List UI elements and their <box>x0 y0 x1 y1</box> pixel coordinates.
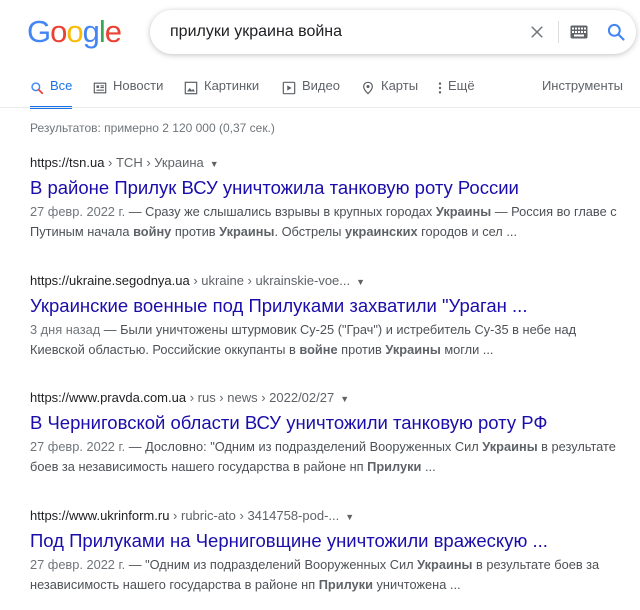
search-tabs: Все Новости Картинки Видео Карты Ещё Инс… <box>0 78 640 109</box>
tab-all[interactable]: Все <box>30 78 73 109</box>
search-result: https://www.ukrinform.ru › rubric-ato › … <box>30 507 630 595</box>
close-icon[interactable] <box>528 23 546 41</box>
search-icon <box>31 82 44 95</box>
result-date: 27 февр. 2022 г. <box>30 557 126 572</box>
tab-maps[interactable]: Карты <box>361 78 418 108</box>
result-stats: Результатов: примерно 2 120 000 (0,37 се… <box>30 121 275 135</box>
tab-label: Ещё <box>448 78 475 93</box>
result-site: https://www.pravda.com.ua <box>30 390 187 405</box>
result-title-link[interactable]: В районе Прилук ВСУ уничтожила танковую … <box>30 176 630 200</box>
keyboard-icon[interactable] <box>570 25 588 39</box>
logo-letter: e <box>104 14 122 49</box>
result-date: 27 февр. 2022 г. <box>30 439 126 454</box>
logo-letter: G <box>27 14 51 49</box>
result-site: https://www.ukrinform.ru <box>30 508 170 523</box>
chevron-down-icon[interactable]: ▼ <box>345 512 354 522</box>
result-breadcrumb: › rubric-ato › 3414758-pod-... <box>169 508 340 523</box>
result-breadcrumb: › ТСН › Украина <box>104 155 204 170</box>
tab-video[interactable]: Видео <box>282 78 340 108</box>
tab-images[interactable]: Картинки <box>184 78 259 108</box>
result-date: 27 февр. 2022 г. <box>30 204 126 219</box>
search-box[interactable]: прилуки украина война <box>150 10 636 54</box>
result-url[interactable]: https://www.pravda.com.ua › rus › news ›… <box>30 389 630 407</box>
news-icon <box>93 82 107 94</box>
chevron-down-icon[interactable]: ▼ <box>356 277 365 287</box>
result-title-link[interactable]: В Черниговской области ВСУ уничтожили та… <box>30 411 630 435</box>
result-snippet-text: Были уничтожены штурмовик Су-25 ("Грач")… <box>30 322 577 357</box>
result-snippet: 27 февр. 2022 г. — Дословно: "Одним из п… <box>30 439 616 474</box>
tab-label: Новости <box>113 78 164 93</box>
search-input[interactable]: прилуки украина война <box>170 23 342 41</box>
result-snippet: 27 февр. 2022 г. — Сразу же слышались вз… <box>30 204 617 239</box>
tab-news[interactable]: Новости <box>93 78 163 108</box>
result-url[interactable]: https://www.ukrinform.ru › rubric-ato › … <box>30 507 630 525</box>
result-snippet: 3 дня назад — Были уничтожены штурмовик … <box>30 322 577 357</box>
result-title-link[interactable]: Украинские военные под Прилуками захвати… <box>30 294 630 318</box>
tools-button[interactable]: Инструменты <box>542 78 623 93</box>
logo-letter: o <box>50 14 67 49</box>
logo-letter: g <box>82 14 100 49</box>
search-result: https://ukraine.segodnya.ua › ukraine › … <box>30 272 630 360</box>
search-icon[interactable] <box>606 22 626 42</box>
result-snippet: 27 февр. 2022 г. — "Одним из подразделен… <box>30 557 600 592</box>
result-site: https://tsn.ua <box>30 155 105 170</box>
google-logo[interactable]: Google <box>27 14 122 49</box>
chevron-down-icon[interactable]: ▼ <box>210 159 219 169</box>
result-title-link[interactable]: Под Прилуками на Черниговщине уничтожили… <box>30 529 630 553</box>
result-breadcrumb: › ukraine › ukrainskie-voe... <box>189 273 351 288</box>
tabs-divider <box>0 107 640 108</box>
video-icon <box>282 81 296 95</box>
result-url[interactable]: https://tsn.ua › ТСН › Украина ▼ <box>30 154 630 172</box>
result-site: https://ukraine.segodnya.ua <box>30 273 190 288</box>
result-url[interactable]: https://ukraine.segodnya.ua › ukraine › … <box>30 272 630 290</box>
more-icon <box>438 82 442 94</box>
map-pin-icon <box>363 81 373 95</box>
tab-label: Все <box>50 78 73 93</box>
search-result: https://www.pravda.com.ua › rus › news ›… <box>30 389 630 477</box>
tab-label: Карты <box>381 78 419 93</box>
result-breadcrumb: › rus › news › 2022/02/27 <box>186 390 335 405</box>
tab-more[interactable]: Ещё <box>436 78 475 108</box>
result-date: 3 дня назад <box>30 322 101 337</box>
tab-label: Видео <box>302 78 340 93</box>
chevron-down-icon[interactable]: ▼ <box>340 394 349 404</box>
search-divider <box>558 21 559 43</box>
logo-letter: o <box>66 14 83 49</box>
image-icon <box>184 81 198 95</box>
tab-label: Картинки <box>204 78 260 93</box>
search-result: https://tsn.ua › ТСН › Украина ▼ В районе… <box>30 154 630 242</box>
